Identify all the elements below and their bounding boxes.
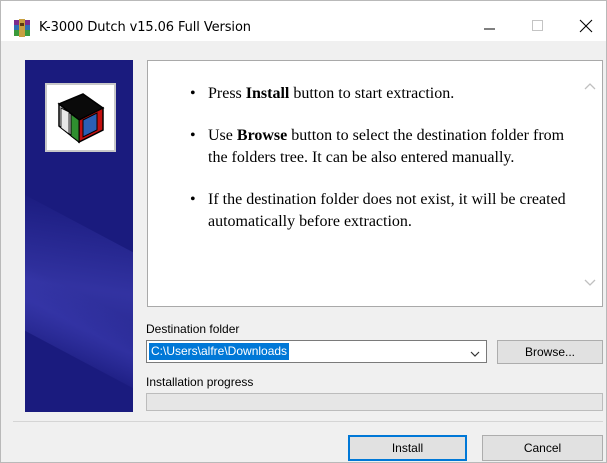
browse-button[interactable]: Browse...: [497, 340, 603, 364]
title-bar: K-3000 Dutch v15.06 Full Version: [1, 1, 606, 41]
minimize-button[interactable]: [467, 11, 513, 41]
chevron-down-icon[interactable]: [470, 347, 480, 357]
maximize-button[interactable]: [515, 11, 561, 41]
instructions-panel: • Press Install button to start extracti…: [147, 60, 603, 307]
cancel-button[interactable]: Cancel: [482, 435, 603, 461]
instructions-list: • Press Install button to start extracti…: [190, 83, 570, 253]
archive-logo: [45, 83, 116, 152]
maximize-icon: [532, 20, 543, 31]
browse-keyword: Browse: [236, 127, 288, 144]
install-keyword: Install: [245, 85, 290, 102]
side-banner: [25, 60, 133, 412]
close-button[interactable]: [563, 11, 607, 41]
destination-folder-combobox[interactable]: C:\Users\alfre\Downloads: [146, 340, 487, 363]
scroll-up-arrow-icon[interactable]: [584, 81, 596, 93]
installation-progress-bar: [146, 393, 603, 411]
destination-folder-value[interactable]: C:\Users\alfre\Downloads: [149, 343, 290, 360]
instruction-item: • Press Install button to start extracti…: [190, 85, 455, 102]
close-icon: [579, 19, 593, 33]
installation-progress-label: Installation progress: [146, 375, 254, 389]
instruction-item: • Use Browse button to select the destin…: [190, 127, 565, 166]
install-button[interactable]: Install: [348, 435, 467, 461]
winrar-app-icon: [13, 19, 31, 37]
archive-box-icon: [57, 92, 104, 144]
instruction-item: • If the destination folder does not exi…: [190, 191, 566, 230]
footer-separator: [13, 421, 603, 422]
installer-window: K-3000 Dutch v15.06 Full Version • Press…: [0, 0, 607, 463]
minimize-icon: [484, 28, 495, 30]
scroll-down-arrow-icon[interactable]: [584, 276, 596, 288]
destination-folder-label: Destination folder: [146, 322, 240, 336]
window-title: K-3000 Dutch v15.06 Full Version: [39, 20, 251, 35]
